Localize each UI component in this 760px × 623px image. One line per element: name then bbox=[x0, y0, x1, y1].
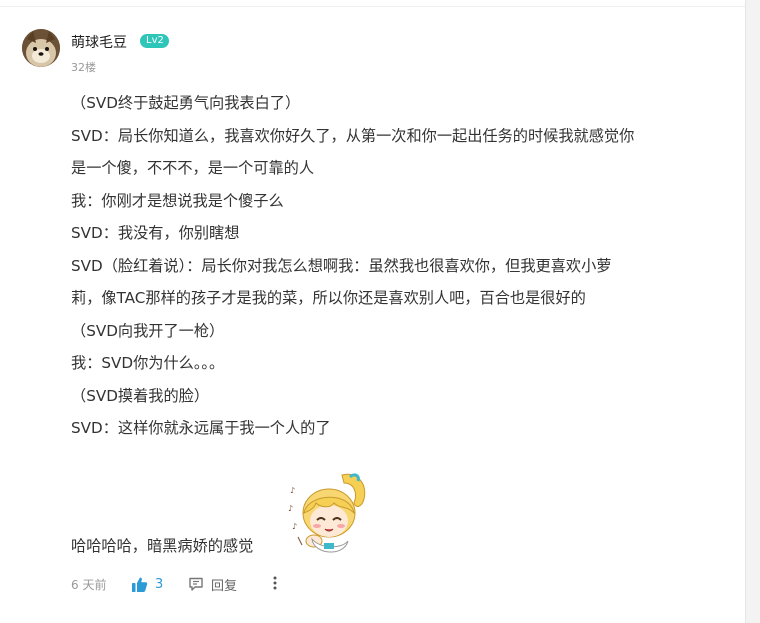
comment-line: （SVD摸着我的脸） bbox=[71, 386, 210, 405]
comment-line: 是一个傻，不不不，是一个可靠的人 bbox=[71, 159, 314, 177]
comment-icon bbox=[189, 577, 203, 591]
comment-line: SVD：局长你知道么，我喜欢你好久了，从第一次和你一起出任务的时候我就感觉你 bbox=[71, 126, 635, 145]
comment-line-last: 哈哈哈哈，暗黑病娇的感觉 bbox=[71, 537, 254, 555]
like-button[interactable]: 3 bbox=[131, 574, 163, 594]
level-badge: Lv2 bbox=[140, 34, 169, 48]
more-vertical-icon bbox=[273, 576, 277, 590]
svg-text:♪: ♪ bbox=[290, 486, 295, 495]
comment-line: （SVD向我开了一枪） bbox=[71, 321, 225, 340]
reply-button[interactable]: 回复 bbox=[188, 574, 237, 594]
chibi-girl-sticker: ♪ ♪ ♪ bbox=[284, 469, 374, 561]
svg-text:♪: ♪ bbox=[292, 522, 297, 531]
comment-line: 我：SVD你为什么。。。 bbox=[71, 354, 225, 372]
user-name[interactable]: 萌球毛豆 bbox=[71, 32, 127, 52]
like-count: 3 bbox=[155, 576, 164, 592]
thumbs-up-icon bbox=[132, 577, 148, 592]
comment-line: SVD：这样你就永远属于我一个人的了 bbox=[71, 419, 331, 437]
comment-line: SVD（脸红着说）：局长你对我怎么想啊我：虽然我也很喜欢你，但我更喜欢小萝 bbox=[71, 256, 612, 275]
scrollbar-track[interactable] bbox=[745, 0, 760, 623]
comment-line: （SVD终于鼓起勇气向我表白了） bbox=[71, 94, 301, 112]
floor-number: 32楼 bbox=[71, 61, 96, 74]
more-options-button[interactable] bbox=[269, 574, 281, 594]
comment-line: 我：你刚才是想说我是个傻子么 bbox=[71, 191, 284, 210]
comment-body: （SVD终于鼓起勇气向我表白了） SVD：局长你知道么，我喜欢你好久了，从第一次… bbox=[71, 87, 736, 445]
dog-avatar-icon bbox=[22, 29, 60, 67]
svg-text:♪: ♪ bbox=[288, 504, 293, 513]
avatar[interactable] bbox=[22, 29, 60, 67]
top-divider bbox=[0, 6, 745, 7]
comment-line: SVD：我没有，你别瞎想 bbox=[71, 224, 240, 242]
post-time: 6 天前 bbox=[71, 578, 107, 592]
reply-label: 回复 bbox=[211, 578, 238, 594]
comment-line: 莉，像TAC那样的孩子才是我的菜，所以你还是喜欢别人吧，百合也是很好的 bbox=[71, 289, 586, 307]
